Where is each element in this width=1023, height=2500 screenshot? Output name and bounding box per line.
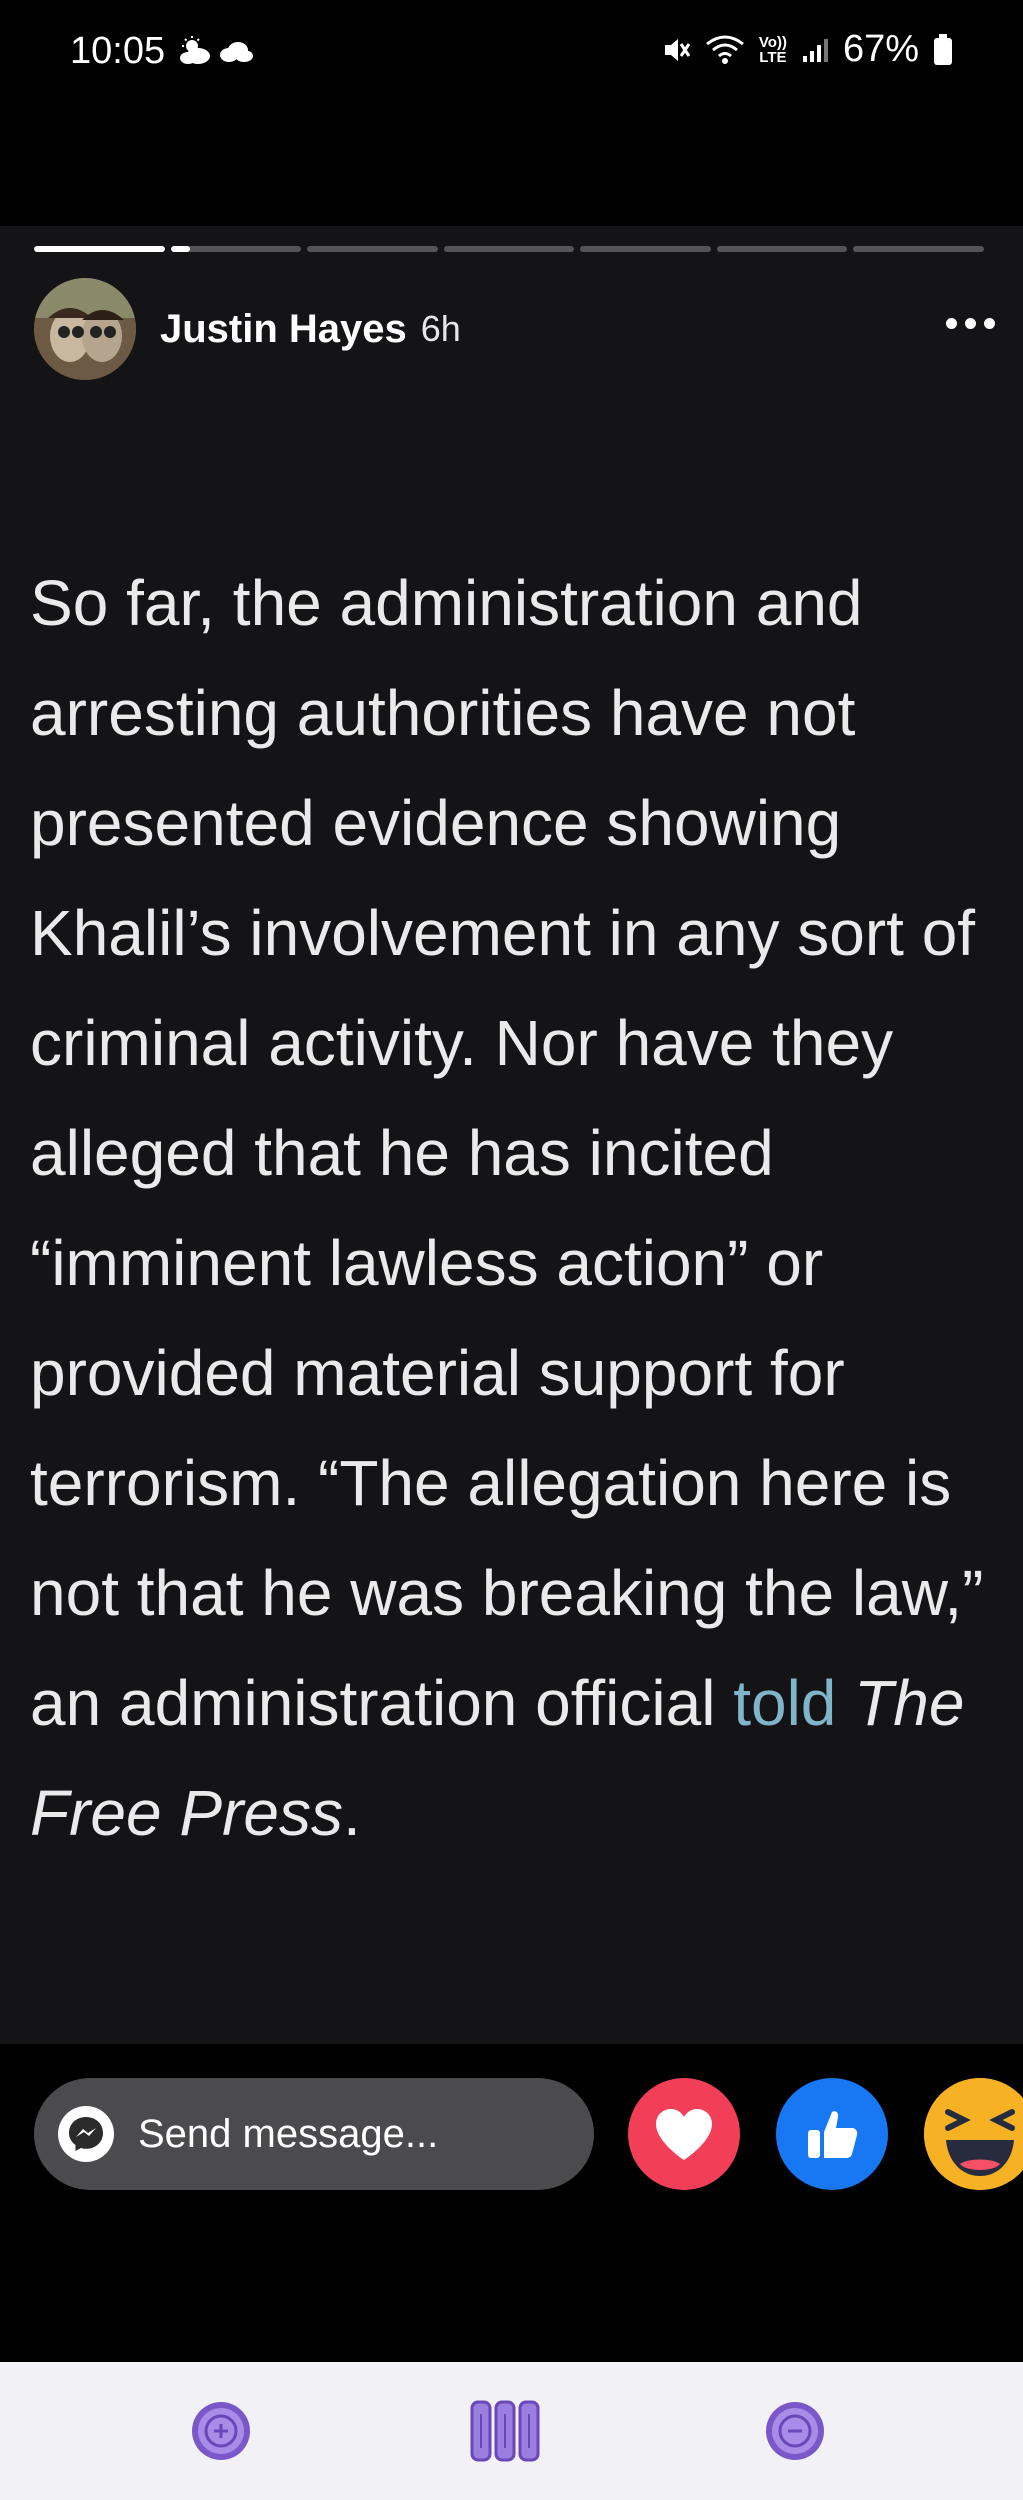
send-message-placeholder: Send message... xyxy=(138,2111,439,2156)
like-reaction-button[interactable] xyxy=(776,2078,888,2190)
story-text-end: . xyxy=(342,1777,361,1849)
progress-segment xyxy=(34,246,165,252)
status-bar: 10:05 Vo)) LTE 67% xyxy=(0,0,1023,110)
weather-icons xyxy=(178,36,254,66)
zoom-out-button[interactable] xyxy=(762,2398,828,2464)
signal-icon xyxy=(802,38,828,62)
avatar[interactable] xyxy=(34,278,136,380)
volte-top: Vo)) xyxy=(758,33,787,51)
heart-icon xyxy=(656,2109,712,2160)
wifi-icon xyxy=(705,35,744,64)
zoom-out-icon xyxy=(766,2402,824,2460)
send-message-input[interactable]: Send message... xyxy=(34,2078,594,2190)
story-text: So far, the administration and arresting… xyxy=(30,548,990,1868)
weather-icon xyxy=(180,36,210,64)
recents-icon xyxy=(470,2400,540,2462)
messenger-icon xyxy=(58,2106,114,2162)
story-author[interactable]: Justin Hayes 6h xyxy=(34,278,461,380)
story-text-body: So far, the administration and arresting… xyxy=(30,567,984,1739)
love-reaction-button[interactable] xyxy=(628,2078,740,2190)
status-time: 10:05 xyxy=(70,30,166,72)
status-icons: Vo)) LTE 67% xyxy=(661,28,953,71)
author-name[interactable]: Justin Hayes xyxy=(160,307,407,352)
battery-icon xyxy=(934,33,952,65)
progress-segment xyxy=(170,246,302,252)
story-progress-bar xyxy=(34,246,985,252)
volte-bottom: LTE xyxy=(759,48,787,66)
more-dot-icon xyxy=(946,318,957,329)
more-dot-icon xyxy=(965,318,976,329)
post-time: 6h xyxy=(420,308,461,349)
progress-fill xyxy=(170,246,191,252)
progress-segment xyxy=(307,246,438,252)
zoom-in-icon xyxy=(192,2402,250,2460)
cloud-icon xyxy=(220,42,253,62)
progress-segment xyxy=(443,246,575,252)
haha-reaction-button[interactable] xyxy=(924,2078,1023,2190)
mute-icon xyxy=(664,38,691,61)
volte-icon: Vo)) LTE xyxy=(759,35,787,65)
progress-fill xyxy=(34,246,165,252)
more-options-button[interactable] xyxy=(946,318,995,329)
story-action-bar: Send message... xyxy=(0,2044,1023,2362)
navigation-bar xyxy=(0,2362,1023,2500)
laughing-face-icon xyxy=(924,2078,1023,2190)
story-viewer[interactable]: Justin Hayes 6h So far, the administrati… xyxy=(0,226,1023,2044)
avatar-image xyxy=(34,278,136,380)
thumbs-up-icon xyxy=(808,2111,858,2158)
recents-button[interactable] xyxy=(470,2398,540,2464)
more-dot-icon xyxy=(984,318,995,329)
progress-segment xyxy=(853,246,985,252)
progress-segment xyxy=(716,246,848,252)
told-link[interactable]: told xyxy=(733,1667,836,1739)
zoom-in-button[interactable] xyxy=(188,2398,254,2464)
battery-percent: 67% xyxy=(842,28,919,70)
progress-segment xyxy=(580,246,711,252)
